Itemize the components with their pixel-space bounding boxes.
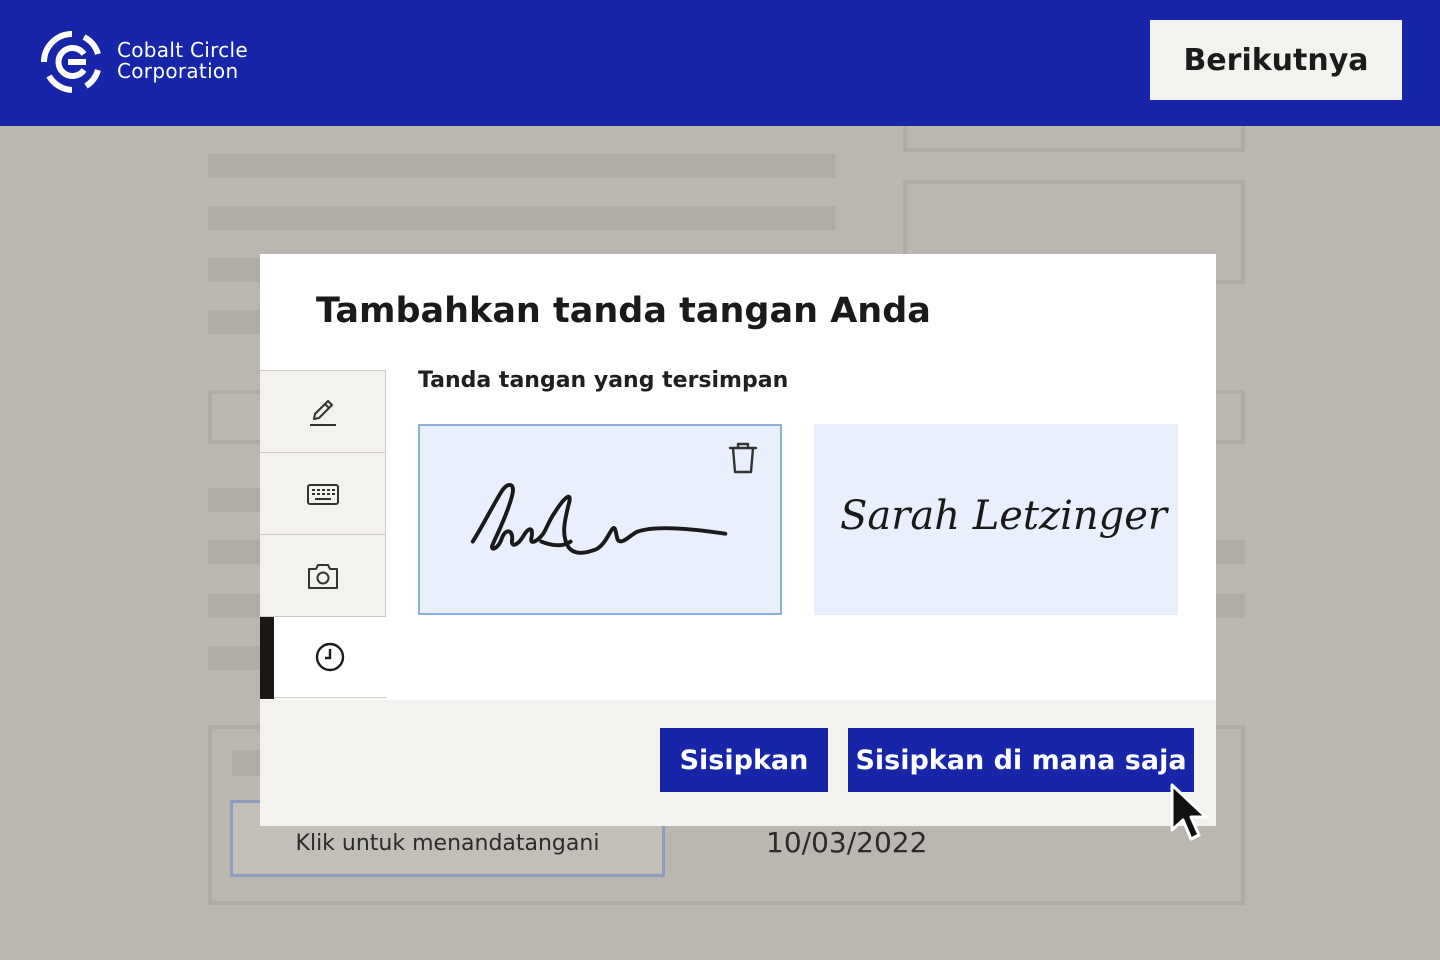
insert-button[interactable]: Sisipkan	[660, 728, 828, 792]
signature-method-tabs	[260, 370, 386, 699]
pen-icon	[309, 399, 336, 426]
top-header: Cobalt Circle Corporation Berikutnya	[0, 0, 1440, 126]
document-date: 10/03/2022	[766, 826, 928, 859]
saved-signatures-label: Tanda tangan yang tersimpan	[418, 368, 789, 393]
saved-signature-typed[interactable]: Sarah Letzinger	[814, 424, 1178, 615]
keyboard-icon	[306, 483, 339, 505]
next-button[interactable]: Berikutnya	[1150, 20, 1402, 100]
circle-logo-icon	[41, 31, 101, 93]
brand-line-1: Cobalt Circle	[117, 38, 248, 62]
trash-icon[interactable]	[726, 440, 760, 476]
doc-text-line	[208, 646, 268, 670]
doc-text-line	[208, 488, 268, 512]
tab-upload-photo[interactable]	[260, 534, 386, 616]
typed-signature-image: Sarah Letzinger	[840, 493, 1170, 539]
brand-line-2: Corporation	[117, 59, 239, 83]
tab-type[interactable]	[260, 452, 386, 534]
doc-text-line	[208, 594, 268, 618]
doc-text-line	[208, 540, 268, 564]
doc-field-box	[208, 390, 268, 444]
doc-text-line	[208, 310, 268, 334]
add-signature-dialog: Tambahkan tanda tangan Anda Tanda tangan…	[260, 254, 1216, 826]
brand-name: Cobalt Circle Corporation	[117, 40, 248, 82]
dialog-footer: Sisipkan Sisipkan di mana saja	[260, 700, 1216, 826]
insert-anywhere-button[interactable]: Sisipkan di mana saja	[848, 728, 1194, 792]
mouse-pointer-icon	[1170, 783, 1208, 841]
tab-saved[interactable]	[260, 616, 386, 699]
doc-text-line	[208, 258, 268, 282]
clock-icon	[315, 642, 345, 672]
doc-text-line	[208, 154, 835, 178]
camera-icon	[307, 563, 338, 589]
saved-signature-drawn[interactable]	[418, 424, 782, 615]
typed-signature-text: Sarah Letzinger	[840, 493, 1170, 539]
tab-draw[interactable]	[260, 370, 386, 452]
dialog-title: Tambahkan tanda tangan Anda	[316, 291, 931, 331]
doc-text-line	[208, 206, 835, 230]
